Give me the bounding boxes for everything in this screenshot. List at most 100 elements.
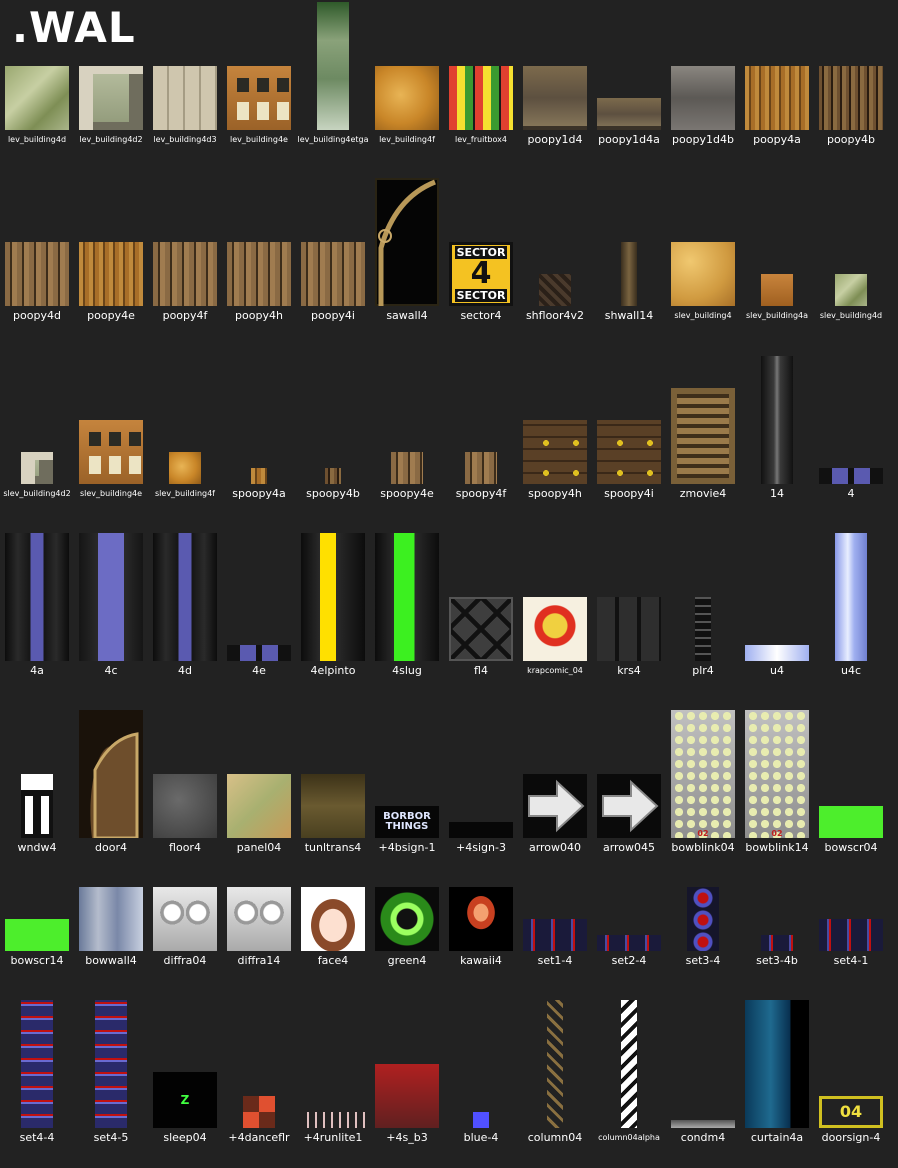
texture-tile[interactable]: krs4 (594, 597, 664, 677)
texture-thumbnail[interactable] (671, 1120, 735, 1128)
texture-thumbnail[interactable] (153, 242, 217, 306)
texture-thumbnail[interactable] (523, 66, 587, 130)
texture-tile[interactable]: 4elpinto (298, 533, 368, 677)
texture-tile[interactable]: spoopy4a (224, 468, 294, 500)
texture-thumbnail[interactable]: SECTOR 4 SECTOR (449, 242, 513, 306)
texture-thumbnail[interactable]: 02 (745, 710, 809, 838)
texture-tile[interactable]: lev_building4etga (297, 2, 369, 146)
texture-thumbnail[interactable] (597, 420, 661, 484)
texture-tile[interactable]: slev_building4e (76, 420, 146, 500)
texture-tile[interactable]: shfloor4v2 (520, 274, 590, 322)
texture-thumbnail[interactable] (79, 710, 143, 840)
texture-tile[interactable]: u4c (816, 533, 886, 677)
texture-thumbnail[interactable] (301, 242, 365, 306)
texture-tile[interactable]: BORBOR THINGS +4bsign-1 (372, 806, 442, 854)
texture-tile[interactable]: 14 (742, 356, 812, 500)
texture-tile[interactable]: 4e (224, 645, 294, 677)
texture-tile[interactable]: lev_building4f (372, 66, 442, 146)
texture-tile[interactable]: panel04 (224, 774, 294, 854)
texture-thumbnail[interactable] (79, 66, 143, 130)
texture-thumbnail[interactable] (761, 935, 793, 951)
texture-tile[interactable]: blue-4 (446, 1112, 516, 1144)
texture-tile[interactable]: diffra04 (150, 887, 220, 967)
texture-thumbnail[interactable] (391, 452, 423, 484)
texture-thumbnail[interactable] (375, 1064, 439, 1128)
texture-thumbnail[interactable] (761, 274, 793, 306)
texture-thumbnail[interactable] (301, 774, 365, 838)
texture-thumbnail[interactable]: BORBOR THINGS (375, 806, 439, 838)
texture-thumbnail[interactable] (449, 597, 513, 661)
texture-tile[interactable]: spoopy4b (298, 468, 368, 500)
texture-tile[interactable]: +4sign-3 (446, 822, 516, 854)
texture-thumbnail[interactable] (523, 774, 587, 838)
texture-thumbnail[interactable] (473, 1112, 489, 1128)
texture-tile[interactable]: slev_building4 (668, 242, 738, 322)
texture-thumbnail[interactable] (745, 1000, 809, 1128)
texture-tile[interactable]: +4runlite1 (298, 1112, 368, 1144)
texture-thumbnail[interactable] (5, 66, 69, 130)
texture-tile[interactable]: door4 (76, 710, 146, 854)
texture-tile[interactable]: spoopy4f (446, 452, 516, 500)
texture-thumbnail[interactable] (621, 242, 637, 306)
texture-tile[interactable]: spoopy4e (372, 452, 442, 500)
texture-thumbnail[interactable] (375, 178, 439, 306)
texture-tile[interactable]: poopy1d4a (594, 98, 664, 146)
texture-thumbnail[interactable] (523, 597, 587, 661)
texture-tile[interactable]: floor4 (150, 774, 220, 854)
texture-tile[interactable]: wndw4 (2, 774, 72, 854)
texture-tile[interactable]: slev_building4d2 (2, 452, 72, 500)
texture-thumbnail[interactable] (449, 66, 513, 130)
texture-thumbnail[interactable] (251, 468, 267, 484)
texture-thumbnail[interactable] (21, 774, 53, 838)
texture-tile[interactable]: poopy4a (742, 66, 812, 146)
texture-tile[interactable]: face4 (298, 887, 368, 967)
texture-tile[interactable]: bowscr04 (816, 806, 886, 854)
texture-thumbnail[interactable]: 02 (671, 710, 735, 838)
texture-thumbnail[interactable] (169, 452, 201, 484)
texture-thumbnail[interactable]: 04 (819, 1096, 883, 1128)
texture-tile[interactable]: kawaii4 (446, 887, 516, 967)
texture-thumbnail[interactable] (621, 1000, 637, 1128)
texture-tile[interactable]: poopy1d4 (520, 66, 590, 146)
texture-tile[interactable]: green4 (372, 887, 442, 967)
texture-tile[interactable]: column04 (520, 1000, 590, 1144)
texture-tile[interactable]: 02 bowblink14 (742, 710, 812, 854)
texture-tile[interactable]: spoopy4h (520, 420, 590, 500)
texture-tile[interactable]: curtain4a (742, 1000, 812, 1144)
texture-tile[interactable]: 4 (816, 468, 886, 500)
texture-tile[interactable]: 4d (150, 533, 220, 677)
texture-thumbnail[interactable] (79, 242, 143, 306)
texture-tile[interactable]: slev_building4a (742, 274, 812, 322)
texture-thumbnail[interactable] (671, 388, 735, 484)
texture-tile[interactable]: poopy4d (2, 242, 72, 322)
texture-thumbnail[interactable] (835, 533, 867, 661)
texture-tile[interactable]: poopy1d4b (668, 66, 738, 146)
texture-tile[interactable]: bowscr14 (2, 919, 72, 967)
texture-tile[interactable]: set2-4 (594, 935, 664, 967)
texture-thumbnail[interactable] (243, 1096, 275, 1128)
texture-thumbnail[interactable] (325, 468, 341, 484)
texture-tile[interactable]: set4-5 (76, 1000, 146, 1144)
texture-thumbnail[interactable] (153, 66, 217, 130)
texture-thumbnail[interactable] (227, 774, 291, 838)
texture-tile[interactable]: set4-1 (816, 919, 886, 967)
texture-thumbnail[interactable] (227, 887, 291, 951)
texture-thumbnail[interactable] (597, 98, 661, 130)
texture-thumbnail[interactable] (5, 533, 69, 661)
texture-tile[interactable]: condm4 (668, 1120, 738, 1144)
texture-thumbnail[interactable] (227, 242, 291, 306)
texture-tile[interactable]: lev_building4d3 (150, 66, 220, 146)
texture-tile[interactable]: poopy4i (298, 242, 368, 322)
texture-thumbnail[interactable] (597, 774, 661, 838)
texture-tile[interactable]: slev_building4f (150, 452, 220, 500)
texture-thumbnail[interactable] (819, 806, 883, 838)
texture-tile[interactable]: column04alpha (594, 1000, 664, 1144)
texture-thumbnail[interactable] (95, 1000, 127, 1128)
texture-tile[interactable]: lev_fruitbox4 (446, 66, 516, 146)
texture-thumbnail[interactable] (745, 645, 809, 661)
texture-tile[interactable]: set3-4b (742, 935, 812, 967)
texture-tile[interactable]: Zsleep04 (150, 1072, 220, 1144)
texture-tile[interactable]: poopy4e (76, 242, 146, 322)
texture-thumbnail[interactable] (761, 356, 793, 484)
texture-thumbnail[interactable] (835, 274, 867, 306)
